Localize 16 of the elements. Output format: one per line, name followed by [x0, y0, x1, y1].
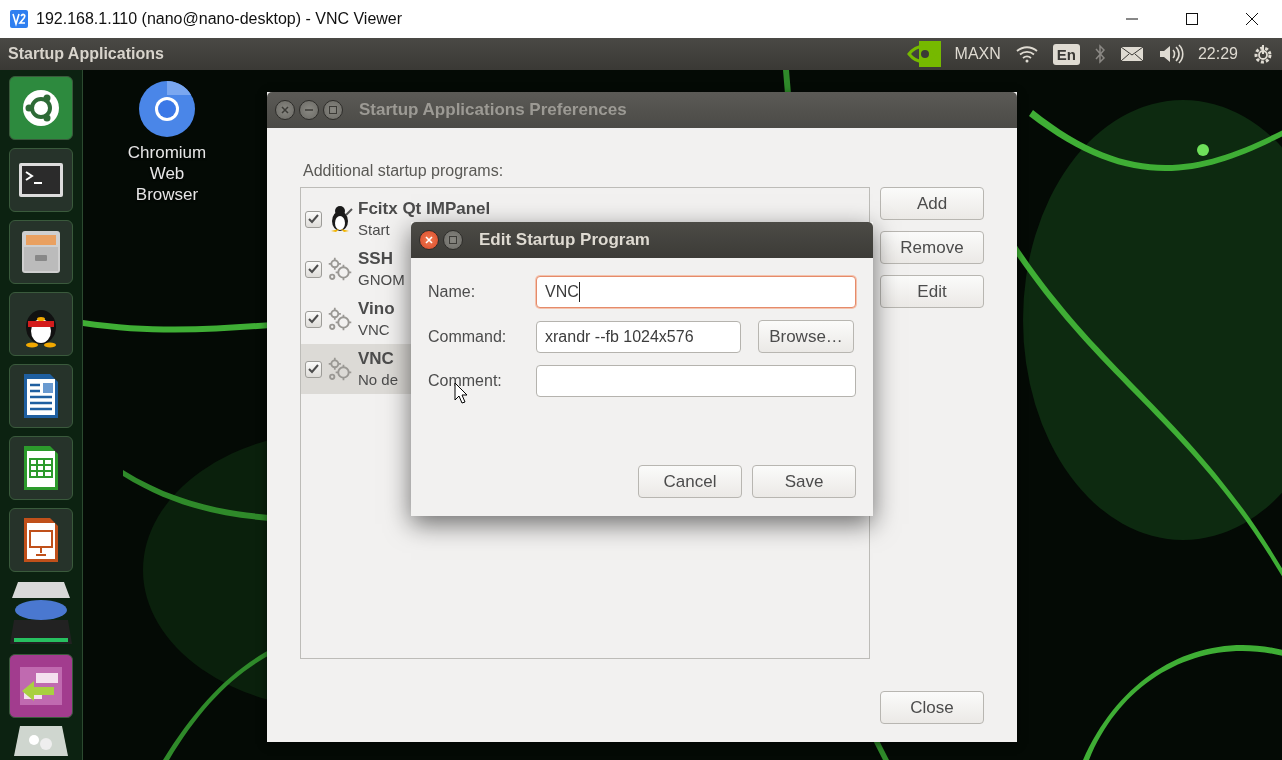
list-label: Additional startup programs:: [303, 162, 505, 180]
field-label: Command:: [428, 327, 508, 346]
program-name: Fcitx Qt IMPanel: [358, 198, 491, 219]
window-title: 192.168.1.110 (nano@nano-desktop) - VNC Viewer: [36, 10, 404, 28]
app-title: Startup Applications: [8, 45, 165, 63]
program-name: Vino: [358, 298, 395, 319]
program-name: VNC: [358, 348, 394, 369]
program-description: Start: [358, 220, 390, 240]
dialog-title: Edit Startup Program: [479, 230, 650, 250]
field-label: Comment:: [428, 372, 503, 390]
program-description: GNOM: [358, 270, 405, 290]
program-description: No de: [358, 370, 399, 390]
field-label: Name:: [428, 283, 477, 301]
program-name: SSH: [358, 248, 393, 269]
window-title: Startup Applications Preferences: [359, 100, 627, 120]
program-description: VNC: [358, 320, 390, 340]
